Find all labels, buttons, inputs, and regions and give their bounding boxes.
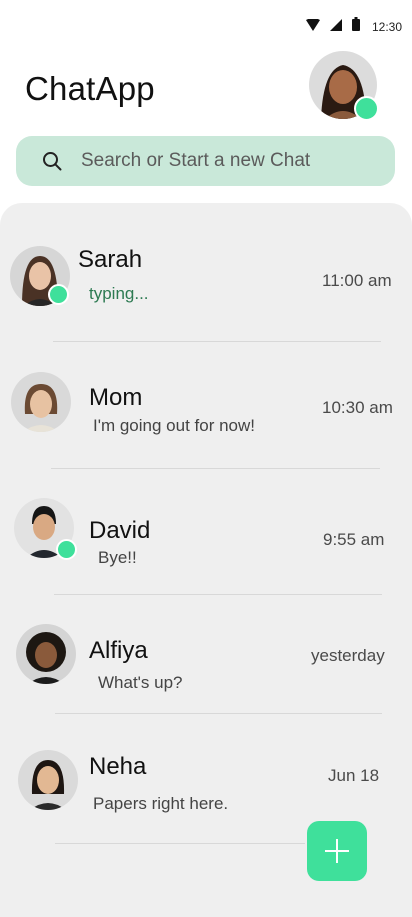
- online-status-dot: [56, 539, 77, 560]
- profile-avatar-button[interactable]: [309, 51, 379, 121]
- divider: [51, 468, 380, 469]
- chat-name: Neha: [89, 753, 147, 780]
- chat-name: Mom: [89, 384, 143, 411]
- chat-time: yesterday: [311, 646, 385, 665]
- chat-time: 10:30 am: [322, 398, 393, 417]
- search-bar[interactable]: Search or Start a new Chat: [16, 136, 395, 186]
- chat-last-message: Bye!!: [98, 548, 137, 567]
- status-time: 12:30: [371, 19, 402, 34]
- battery-icon: [351, 17, 360, 36]
- chat-item-mom[interactable]: Mom I'm going out for now! 10:30 am: [0, 360, 412, 480]
- divider: [55, 843, 305, 844]
- chat-item-alfiya[interactable]: Alfiya What's up? yesterday: [0, 612, 412, 732]
- status-bar: 12:30: [0, 0, 412, 52]
- chat-name: Alfiya: [89, 637, 148, 664]
- avatar: [11, 372, 71, 432]
- avatar: [16, 624, 76, 684]
- chat-name: David: [89, 517, 151, 544]
- chat-time: 9:55 am: [323, 530, 385, 549]
- chat-item-david[interactable]: David Bye!! 9:55 am: [0, 488, 412, 608]
- signal-icon: [329, 18, 342, 36]
- search-placeholder: Search or Start a new Chat: [81, 150, 311, 171]
- chat-last-message: What's up?: [98, 673, 183, 692]
- plus-icon: [325, 839, 349, 863]
- online-status-dot: [48, 284, 69, 305]
- chat-last-message: Papers right here.: [93, 794, 229, 813]
- search-icon: [43, 152, 62, 171]
- new-chat-button[interactable]: [307, 821, 367, 881]
- divider: [54, 594, 382, 595]
- divider: [55, 713, 382, 714]
- avatar: [18, 750, 78, 810]
- chat-time: 11:00 am: [322, 271, 392, 290]
- chat-item-sarah[interactable]: Sarah typing... 11:00 am: [0, 222, 412, 342]
- wifi-icon: [305, 17, 320, 36]
- chat-last-message: I'm going out for now!: [93, 416, 255, 435]
- online-status-dot: [354, 96, 379, 121]
- app-title: ChatApp: [25, 70, 155, 107]
- chat-time: Jun 18: [328, 766, 380, 785]
- chat-last-message: typing...: [89, 284, 149, 303]
- chat-name: Sarah: [78, 246, 143, 273]
- divider: [53, 341, 381, 342]
